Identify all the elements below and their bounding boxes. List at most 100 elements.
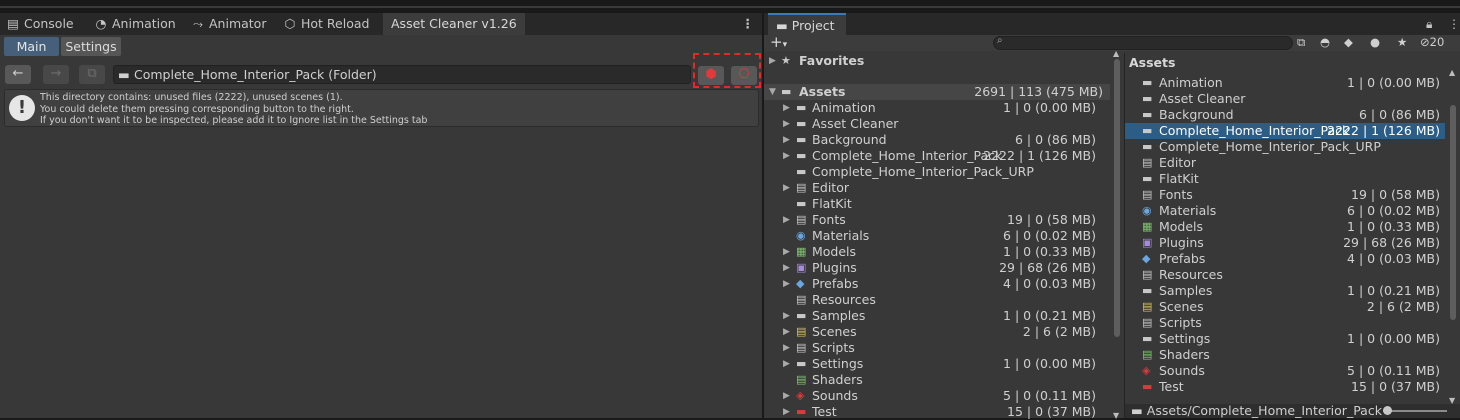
tree-item[interactable]: ◉ Materials 6 | 0 (0.02 MB) bbox=[764, 228, 1110, 244]
asset-list-item[interactable]: ▤ Scripts bbox=[1125, 315, 1445, 331]
filter-by-type-icon[interactable]: ◓ bbox=[1320, 34, 1330, 50]
tree-item[interactable]: ▶ ▤ Scripts bbox=[764, 340, 1110, 356]
tab-asset-cleaner[interactable]: Asset Cleaner v1.26 bbox=[383, 13, 525, 35]
delete-files-button[interactable]: ⬢ bbox=[698, 66, 724, 85]
expand-arrow-icon[interactable]: ▶ bbox=[783, 148, 790, 164]
path-field[interactable]: ▬ Complete_Home_Interior_Pack (Folder) bbox=[113, 65, 691, 84]
assets-root-row[interactable]: ▼ ▬ Assets 2691 | 113 (475 MB) bbox=[764, 84, 1110, 100]
asset-list-item[interactable]: ▤ Editor bbox=[1125, 155, 1445, 171]
lock-icon[interactable]: 🔒︎ bbox=[1426, 13, 1432, 35]
folder-icon: ▤ bbox=[796, 181, 807, 194]
expand-arrow-icon[interactable]: ▶ bbox=[783, 212, 790, 228]
asset-list-item[interactable]: ◈ Sounds 5 | 0 (0.11 MB) bbox=[1125, 363, 1445, 379]
tab-console[interactable]: ▤ Console bbox=[6, 13, 74, 35]
asset-list-item[interactable]: ◉ Materials 6 | 0 (0.02 MB) bbox=[1125, 203, 1445, 219]
expand-arrow-icon[interactable]: ▶ bbox=[783, 388, 790, 404]
search-input[interactable]: ⌕ bbox=[993, 35, 1293, 50]
asset-list-item[interactable]: ▬ Settings 1 | 0 (0.00 MB) bbox=[1125, 331, 1445, 347]
tree-item[interactable]: ▶ ▤ Editor bbox=[764, 180, 1110, 196]
asset-list-item[interactable]: ▬ Test 15 | 0 (37 MB) bbox=[1125, 379, 1445, 395]
tree-item[interactable]: ▶ ▬ Animation 1 | 0 (0.00 MB) bbox=[764, 100, 1110, 116]
list-scrollbar[interactable]: ▲ ▼ bbox=[1447, 68, 1459, 405]
folder-icon: ◉ bbox=[796, 229, 806, 242]
expand-arrow-icon[interactable]: ▶ bbox=[783, 356, 790, 372]
expand-arrow-icon[interactable]: ▶ bbox=[783, 244, 790, 260]
log-icon[interactable]: ● bbox=[1370, 34, 1380, 50]
create-button[interactable]: +▾ bbox=[770, 34, 787, 53]
tree-item[interactable]: ▶ ▣ Plugins 29 | 68 (26 MB) bbox=[764, 260, 1110, 276]
tree-item[interactable]: ▶ ▬ Background 6 | 0 (86 MB) bbox=[764, 132, 1110, 148]
tree-item[interactable]: ▤ Resources bbox=[764, 292, 1110, 308]
favorites-header[interactable]: ▶ ★ Favorites bbox=[764, 53, 1110, 69]
asset-list-item[interactable]: ▤ Resources bbox=[1125, 267, 1445, 283]
asset-list-item[interactable]: ▦ Models 1 | 0 (0.33 MB) bbox=[1125, 219, 1445, 235]
favorite-icon[interactable]: ★ bbox=[1397, 34, 1407, 50]
tab-project[interactable]: ▬ Project bbox=[768, 13, 846, 35]
expand-arrow-icon[interactable]: ▶ bbox=[783, 340, 790, 356]
scroll-up-icon[interactable]: ▲ bbox=[1449, 68, 1455, 77]
asset-list-item[interactable]: ▬ Samples 1 | 0 (0.21 MB) bbox=[1125, 283, 1445, 299]
asset-list-item[interactable]: ▤ Fonts 19 | 0 (58 MB) bbox=[1125, 187, 1445, 203]
tree-scroll-thumb[interactable] bbox=[1114, 59, 1120, 337]
zoom-slider[interactable] bbox=[1383, 410, 1447, 412]
tree-item[interactable]: ▬ Complete_Home_Interior_Pack_URP bbox=[764, 164, 1110, 180]
asset-list-item[interactable]: ▣ Plugins 29 | 68 (26 MB) bbox=[1125, 235, 1445, 251]
tree-item[interactable]: ▶ ◆ Prefabs 4 | 0 (0.03 MB) bbox=[764, 276, 1110, 292]
folder-icon: ▤ bbox=[1142, 300, 1153, 313]
lock-button[interactable]: ⧉ bbox=[79, 65, 105, 84]
search-by-type-icon[interactable]: ⧉ bbox=[1297, 34, 1305, 50]
expand-arrow-icon[interactable]: ▶ bbox=[783, 132, 790, 148]
tree-item[interactable]: ▶ ▬ Settings 1 | 0 (0.00 MB) bbox=[764, 356, 1110, 372]
asset-list-label: Shaders bbox=[1159, 347, 1210, 362]
asset-list-item[interactable]: ▬ Animation 1 | 0 (0.00 MB) bbox=[1125, 75, 1445, 91]
forward-button[interactable]: → bbox=[43, 65, 69, 84]
tree-item[interactable]: ▤ Shaders bbox=[764, 372, 1110, 388]
delete-scenes-button[interactable]: ⎔ bbox=[731, 66, 757, 85]
asset-list-item[interactable]: ▬ FlatKit bbox=[1125, 171, 1445, 187]
zoom-slider-knob[interactable] bbox=[1383, 406, 1392, 415]
window-menu-icon[interactable]: ⋮ bbox=[742, 13, 755, 35]
folder-icon: ▬ bbox=[1131, 404, 1147, 418]
asset-list-item[interactable]: ▬ Complete_Home_Interior_Pack 2222 | 1 (12… bbox=[1125, 123, 1445, 139]
back-button[interactable]: ← bbox=[5, 65, 31, 84]
scroll-up-icon[interactable]: ▲ bbox=[1113, 49, 1119, 58]
subtab-settings[interactable]: Settings bbox=[61, 37, 121, 56]
expand-arrow-icon[interactable]: ▶ bbox=[783, 100, 790, 116]
expand-arrow-icon[interactable]: ▶ bbox=[783, 276, 790, 292]
hidden-packages-icon[interactable]: ⊘20 bbox=[1420, 34, 1444, 50]
collapse-arrow-icon[interactable]: ▼ bbox=[769, 84, 776, 100]
tree-item[interactable]: ▶ ▬ Asset Cleaner bbox=[764, 116, 1110, 132]
asset-list-count: 6 | 0 (0.02 MB) bbox=[1347, 203, 1440, 218]
expand-arrow-icon[interactable]: ▶ bbox=[783, 180, 790, 196]
tree-item[interactable]: ▶ ▤ Scenes 2 | 6 (2 MB) bbox=[764, 324, 1110, 340]
tab-animator[interactable]: ⤳ Animator bbox=[191, 13, 267, 35]
asset-list-label: Sounds bbox=[1159, 363, 1205, 378]
subtab-main[interactable]: Main bbox=[4, 37, 59, 56]
expand-arrow-icon[interactable]: ▶ bbox=[783, 260, 790, 276]
asset-list-item[interactable]: ◆ Prefabs 4 | 0 (0.03 MB) bbox=[1125, 251, 1445, 267]
asset-list-item[interactable]: ▤ Shaders bbox=[1125, 347, 1445, 363]
list-scroll-thumb[interactable] bbox=[1450, 105, 1456, 320]
tree-item[interactable]: ▶ ▤ Fonts 19 | 0 (58 MB) bbox=[764, 212, 1110, 228]
asset-list-item[interactable]: ▤ Scenes 2 | 6 (2 MB) bbox=[1125, 299, 1445, 315]
tree-item[interactable]: ▶ ▦ Models 1 | 0 (0.33 MB) bbox=[764, 244, 1110, 260]
tree-item[interactable]: ▶ ◈ Sounds 5 | 0 (0.11 MB) bbox=[764, 388, 1110, 404]
folder-icon: ▤ bbox=[1142, 156, 1153, 169]
tree-item-label: Complete_Home_Interior_Pack_URP bbox=[812, 164, 1034, 179]
tree-item[interactable]: ▶ ▬ Samples 1 | 0 (0.21 MB) bbox=[764, 308, 1110, 324]
folder-icon: ▬ bbox=[776, 18, 792, 33]
tree-item[interactable]: ▶ ▬ Complete_Home_Interior_Pack 2222 | 1 (1… bbox=[764, 148, 1110, 164]
expand-arrow-icon[interactable]: ▶ bbox=[769, 53, 776, 69]
tab-animation[interactable]: ◔ Animation bbox=[94, 13, 176, 35]
tree-item[interactable]: ▬ FlatKit bbox=[764, 196, 1110, 212]
asset-list-item[interactable]: ▬ Background 6 | 0 (86 MB) bbox=[1125, 107, 1445, 123]
expand-arrow-icon[interactable]: ▶ bbox=[783, 116, 790, 132]
asset-list-item[interactable]: ▬ Asset Cleaner bbox=[1125, 91, 1445, 107]
window-menu-icon[interactable]: ⋮ bbox=[1448, 13, 1460, 35]
scroll-down-icon[interactable]: ▼ bbox=[1113, 411, 1119, 420]
expand-arrow-icon[interactable]: ▶ bbox=[783, 324, 790, 340]
asset-list-item[interactable]: ▬ Complete_Home_Interior_Pack_URP bbox=[1125, 139, 1445, 155]
expand-arrow-icon[interactable]: ▶ bbox=[783, 308, 790, 324]
tab-hot-reload[interactable]: ⬡ Hot Reload bbox=[283, 13, 370, 35]
filter-by-label-icon[interactable]: ◆ bbox=[1344, 34, 1353, 50]
